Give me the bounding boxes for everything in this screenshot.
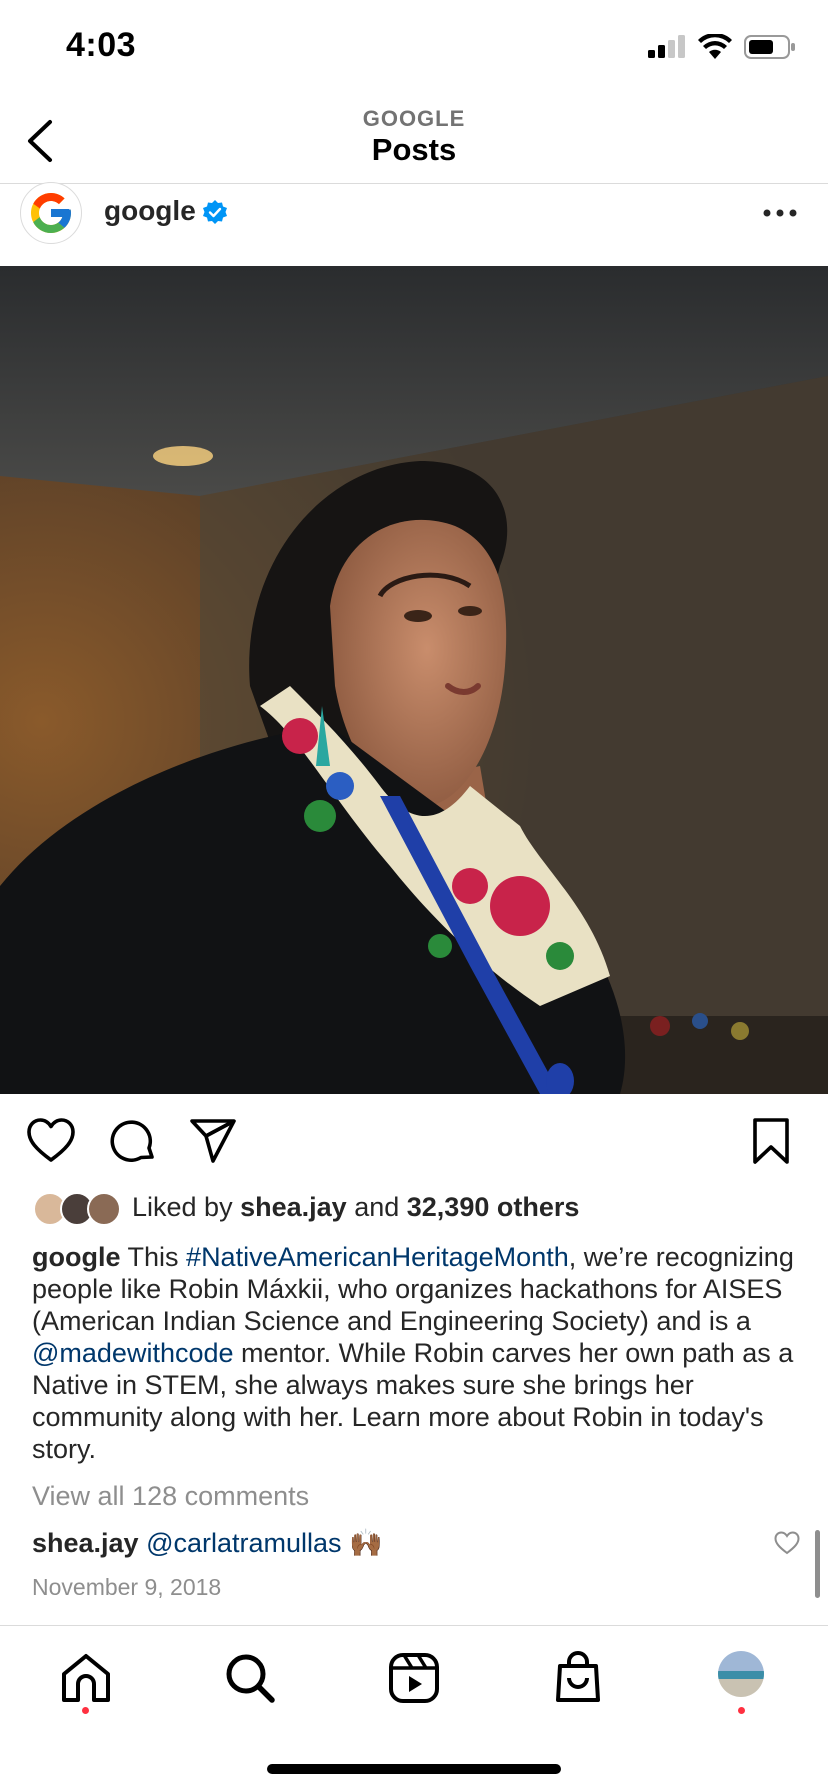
profile-notification-dot <box>738 1707 745 1714</box>
signal-icon <box>648 35 685 58</box>
liked-by-prefix: Liked by <box>132 1192 233 1222</box>
home-icon <box>62 1654 110 1702</box>
nav-divider <box>0 1625 828 1626</box>
nav-reels[interactable] <box>386 1650 442 1706</box>
comment-button[interactable] <box>108 1116 158 1166</box>
share-button[interactable] <box>188 1116 238 1166</box>
more-options-icon[interactable] <box>762 208 798 218</box>
post-caption: google This #NativeAmericanHeritageMonth… <box>32 1241 802 1465</box>
comment-like-icon[interactable] <box>774 1531 800 1555</box>
share-icon <box>190 1119 236 1163</box>
google-logo <box>31 193 71 233</box>
page-title: Posts <box>371 132 457 167</box>
header-divider <box>0 183 828 184</box>
search-icon <box>226 1654 275 1703</box>
comment-mention[interactable]: @carlatramullas <box>146 1528 341 1558</box>
profile-avatar <box>718 1651 764 1697</box>
liked-by-user[interactable]: shea.jay <box>240 1192 347 1222</box>
post-author-avatar[interactable] <box>20 182 82 244</box>
reels-icon <box>389 1653 439 1703</box>
portrait-illustration <box>0 266 828 1094</box>
comment-emoji: 🙌🏾 <box>349 1528 383 1558</box>
comment-user[interactable]: shea.jay <box>32 1528 139 1558</box>
battery-icon <box>744 35 795 59</box>
like-button[interactable] <box>26 1116 76 1166</box>
liked-others-count[interactable]: 32,390 others <box>407 1192 580 1222</box>
post-photo[interactable] <box>0 266 828 1094</box>
view-all-comments-link[interactable]: View all 128 comments <box>32 1481 309 1512</box>
header-subtitle: GOOGLE <box>362 106 466 131</box>
comment-icon <box>110 1120 154 1162</box>
bookmark-icon <box>753 1118 789 1164</box>
verified-badge-icon <box>203 200 227 224</box>
post-author-username[interactable]: google <box>104 195 196 227</box>
home-indicator[interactable] <box>267 1764 561 1774</box>
save-button[interactable] <box>746 1116 796 1166</box>
status-icons <box>646 34 796 60</box>
heart-icon <box>27 1118 75 1162</box>
comment-preview: shea.jay @carlatramullas 🙌🏾 <box>32 1527 383 1559</box>
likes-summary[interactable]: Liked by shea.jay and 32,390 others <box>132 1192 579 1223</box>
caption-hashtag[interactable]: #NativeAmericanHeritageMonth <box>186 1242 569 1272</box>
post-date: November 9, 2018 <box>32 1574 222 1600</box>
caption-text-1: This <box>127 1242 179 1272</box>
caption-author[interactable]: google <box>32 1242 121 1272</box>
shop-icon <box>556 1651 600 1702</box>
nav-home[interactable] <box>58 1650 114 1706</box>
nav-shop[interactable] <box>550 1650 606 1706</box>
liked-by-joiner: and <box>354 1192 400 1222</box>
status-time: 4:03 <box>66 26 137 64</box>
caption-mention[interactable]: @madewithcode <box>32 1338 234 1368</box>
nav-profile[interactable] <box>718 1651 764 1697</box>
home-notification-dot <box>82 1707 89 1714</box>
scrollbar[interactable] <box>815 1530 820 1598</box>
wifi-icon <box>698 34 732 59</box>
nav-search[interactable] <box>222 1650 278 1706</box>
liked-by-avatars[interactable] <box>32 1191 122 1227</box>
